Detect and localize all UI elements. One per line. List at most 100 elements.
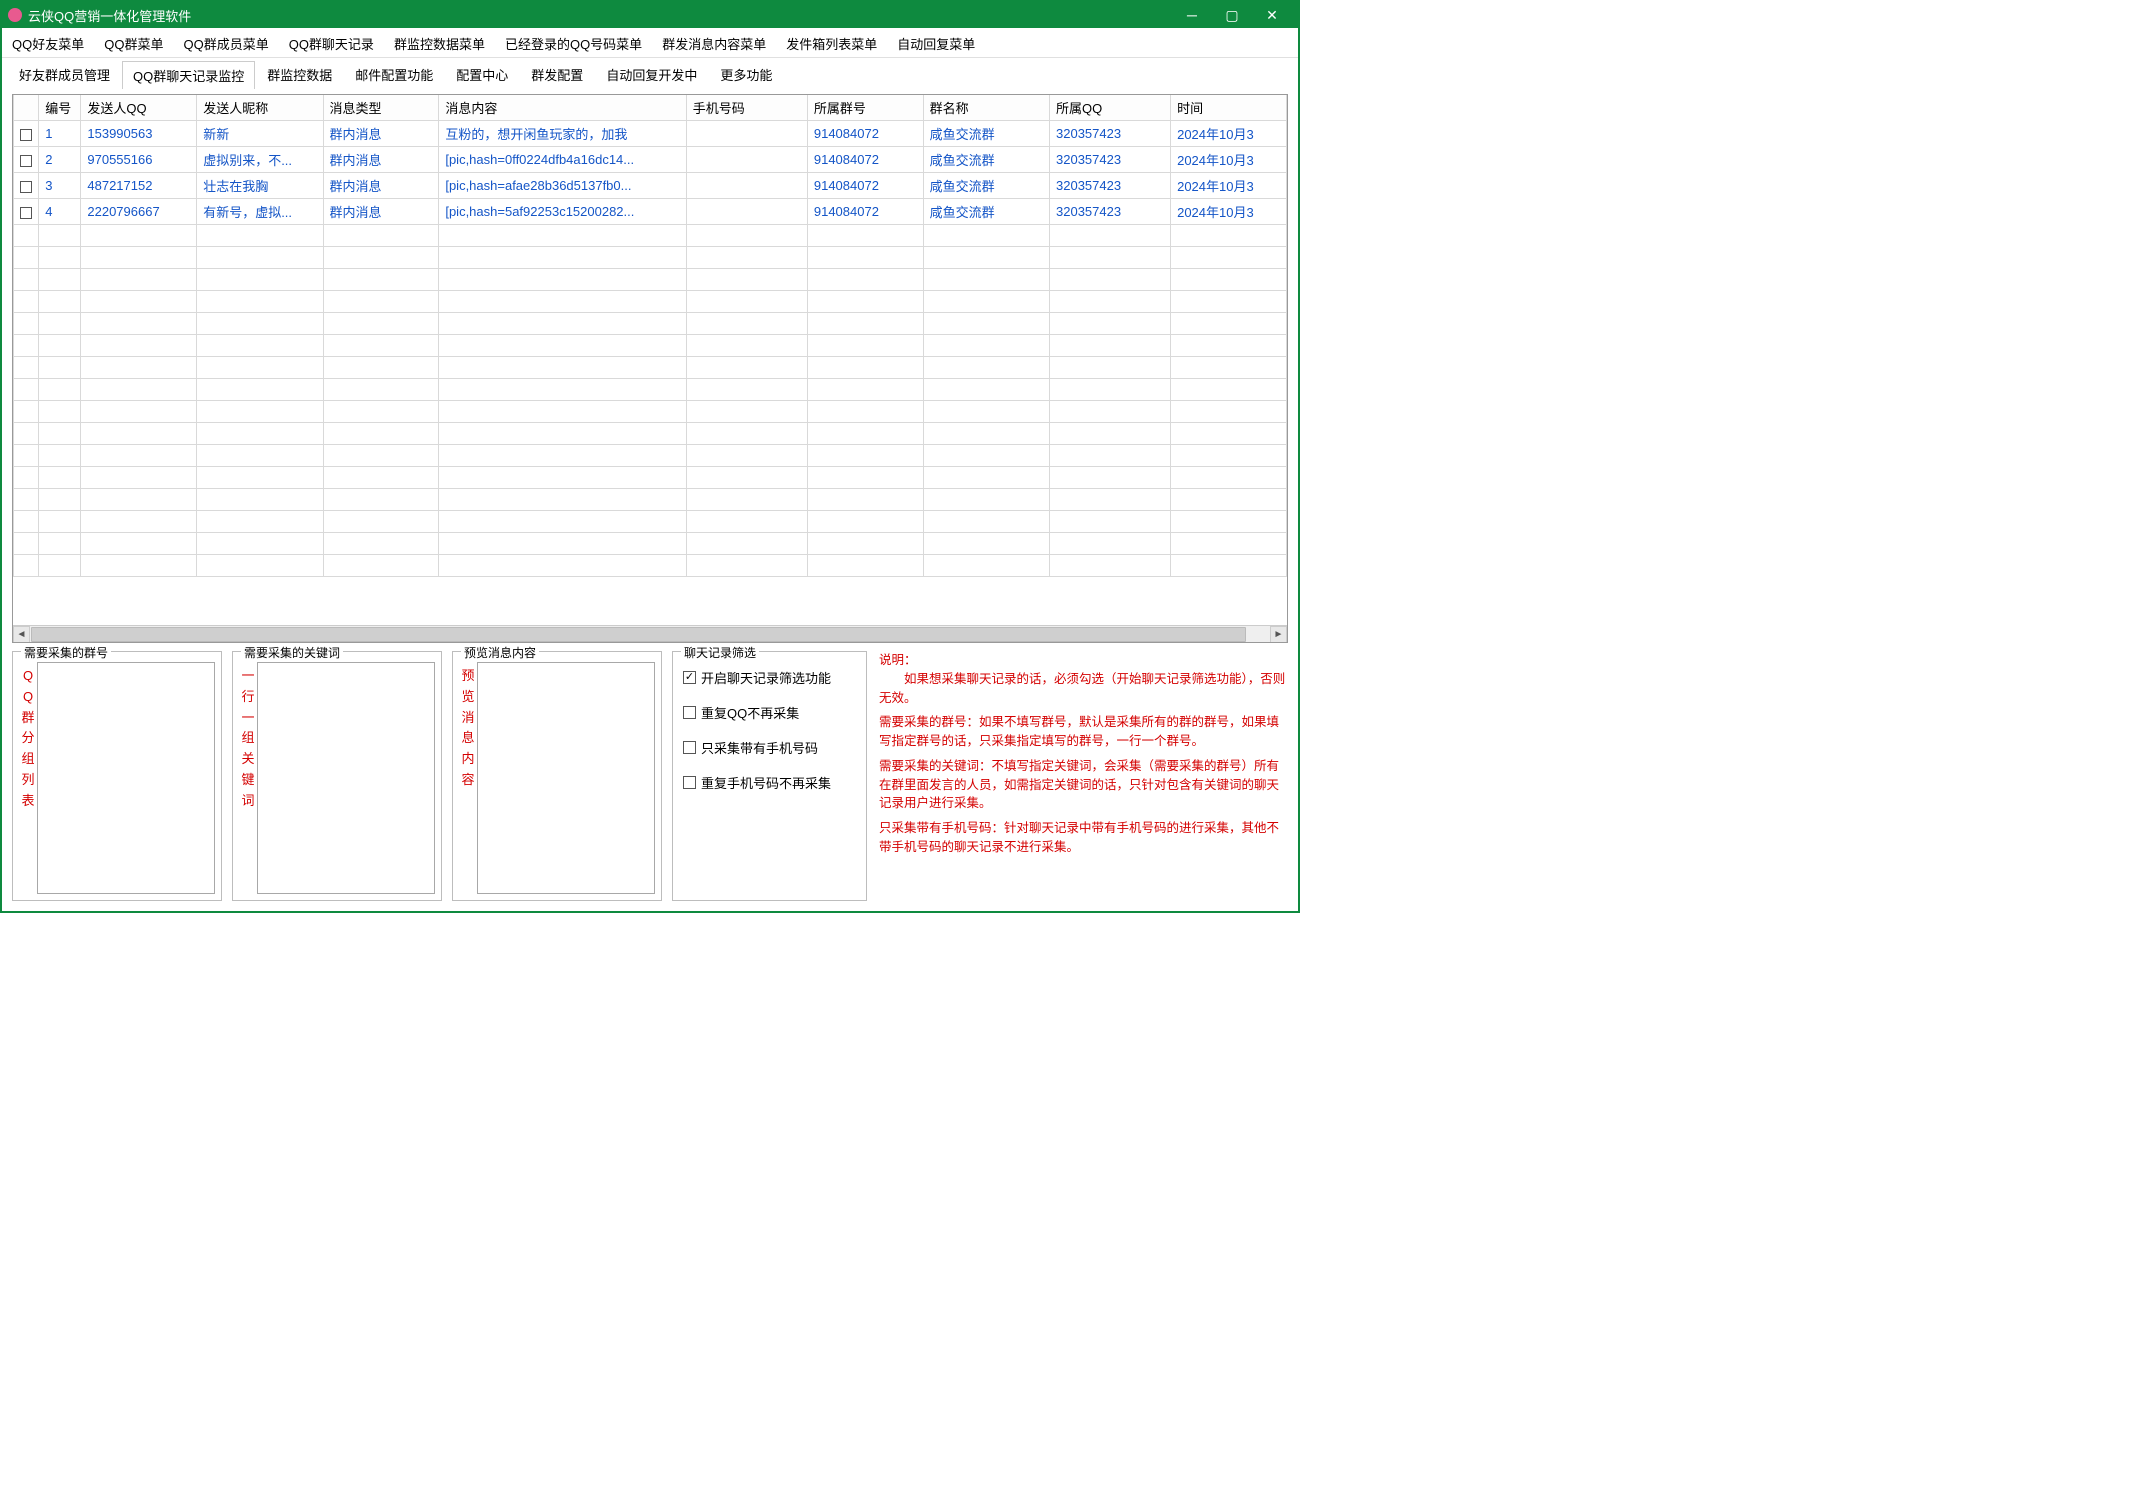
menu-item-0[interactable]: QQ好友菜单 (10, 32, 86, 55)
tab-5[interactable]: 群发配置 (520, 60, 594, 88)
tab-0[interactable]: 好友群成员管理 (8, 60, 121, 88)
menu-item-8[interactable]: 自动回复菜单 (895, 32, 977, 55)
bottom-panels: 需要采集的群号 QQ群分组列表 需要采集的关键词 一行一组关键词 预览消息内容 … (12, 651, 1288, 901)
tab-2[interactable]: 群监控数据 (256, 60, 343, 88)
row-checkbox[interactable] (20, 155, 32, 167)
row-checkbox[interactable] (20, 207, 32, 219)
preview-area[interactable] (477, 662, 655, 894)
checkbox-icon[interactable] (683, 741, 696, 754)
col-header[interactable]: 时间 (1171, 95, 1287, 121)
desc-heading: 说明： (879, 653, 917, 667)
cell-phone (686, 121, 807, 147)
cell-qq: 970555166 (81, 147, 197, 173)
col-header[interactable]: 所属QQ (1050, 95, 1171, 121)
menu-item-5[interactable]: 已经登录的QQ号码菜单 (503, 32, 644, 55)
table-row-empty (14, 247, 1287, 269)
filter-option-3[interactable]: 重复手机号码不再采集 (683, 771, 860, 794)
scroll-track[interactable] (30, 626, 1270, 643)
col-header[interactable]: 发送人昵称 (197, 95, 323, 121)
col-header[interactable]: 群名称 (923, 95, 1049, 121)
table-row[interactable]: 42220796667有新号，虚拟...群内消息[pic,hash=5af922… (14, 199, 1287, 225)
tabbar: 好友群成员管理QQ群聊天记录监控群监控数据邮件配置功能配置中心群发配置自动回复开… (2, 58, 1298, 88)
maximize-button[interactable]: ▢ (1212, 2, 1252, 28)
cell-time: 2024年10月3 (1171, 173, 1287, 199)
cell-id: 2 (39, 147, 81, 173)
tab-1[interactable]: QQ群聊天记录监控 (122, 61, 255, 89)
col-header[interactable]: 消息类型 (323, 95, 439, 121)
table-row-empty (14, 489, 1287, 511)
scroll-left-arrow[interactable]: ◄ (13, 626, 30, 643)
checkbox-icon[interactable] (683, 671, 696, 684)
row-checkbox[interactable] (20, 181, 32, 193)
cell-type: 群内消息 (323, 147, 439, 173)
keyword-list[interactable] (257, 662, 435, 894)
cell-ownqq: 320357423 (1050, 199, 1171, 225)
tab-3[interactable]: 邮件配置功能 (344, 60, 444, 88)
col-header[interactable]: 发送人QQ (81, 95, 197, 121)
filter-option-0[interactable]: 开启聊天记录筛选功能 (683, 666, 860, 689)
menu-item-7[interactable]: 发件箱列表菜单 (784, 32, 879, 55)
table-row[interactable]: 3487217152壮志在我胸群内消息[pic,hash=afae28b36d5… (14, 173, 1287, 199)
desc-p1: 如果想采集聊天记录的话，必须勾选（开始聊天记录筛选功能），否则无效。 (879, 672, 1285, 705)
filter-option-1[interactable]: 重复QQ不再采集 (683, 701, 860, 724)
panel-chat-filter: 聊天记录筛选 开启聊天记录筛选功能重复QQ不再采集只采集带有手机号码重复手机号码… (672, 651, 867, 901)
description-panel: 说明： 如果想采集聊天记录的话，必须勾选（开始聊天记录筛选功能），否则无效。 需… (877, 651, 1288, 901)
cell-qq: 153990563 (81, 121, 197, 147)
col-header[interactable]: 编号 (39, 95, 81, 121)
scroll-thumb[interactable] (31, 627, 1246, 642)
tab-7[interactable]: 更多功能 (709, 60, 783, 88)
col-header[interactable]: 所属群号 (807, 95, 923, 121)
menu-item-3[interactable]: QQ群聊天记录 (287, 32, 376, 55)
titlebar: 云侠QQ营销一体化管理软件 ─ ▢ ✕ (2, 2, 1298, 28)
cell-grpid: 914084072 (807, 121, 923, 147)
group-id-list[interactable] (37, 662, 215, 894)
menubar: QQ好友菜单 QQ群菜单 QQ群成员菜单 QQ群聊天记录群监控数据菜单已经登录的QQ号… (2, 28, 1298, 58)
data-grid[interactable]: 编号发送人QQ发送人昵称消息类型消息内容手机号码所属群号群名称所属QQ时间 11… (13, 95, 1287, 625)
table-row[interactable]: 2970555166虚拟别来，不...群内消息[pic,hash=0ff0224… (14, 147, 1287, 173)
app-window: 云侠QQ营销一体化管理软件 ─ ▢ ✕ QQ好友菜单QQ群菜单QQ群成员菜单QQ… (0, 0, 1300, 913)
scroll-right-arrow[interactable]: ► (1270, 626, 1287, 643)
cell-phone (686, 199, 807, 225)
data-table: 编号发送人QQ发送人昵称消息类型消息内容手机号码所属群号群名称所属QQ时间 11… (13, 95, 1287, 577)
filter-label: 开启聊天记录筛选功能 (701, 668, 831, 687)
vertical-label-keywords: 一行一组关键词 (239, 662, 257, 894)
menu-item-6[interactable]: 群发消息内容菜单 (660, 32, 768, 55)
checkbox-icon[interactable] (683, 706, 696, 719)
panel-preview-message: 预览消息内容 预览消息内容 (452, 651, 662, 901)
panel-legend: 需要采集的群号 (21, 644, 111, 661)
cell-qq: 487217152 (81, 173, 197, 199)
close-button[interactable]: ✕ (1252, 2, 1292, 28)
panel-legend: 聊天记录筛选 (681, 644, 759, 661)
tab-6[interactable]: 自动回复开发中 (595, 60, 708, 88)
cell-grpname: 咸鱼交流群 (923, 199, 1049, 225)
tab-4[interactable]: 配置中心 (445, 60, 519, 88)
menu-item-4[interactable]: 群监控数据菜单 (392, 32, 487, 55)
checkbox-icon[interactable] (683, 776, 696, 789)
col-header[interactable]: 消息内容 (439, 95, 686, 121)
horizontal-scrollbar[interactable]: ◄ ► (13, 625, 1287, 642)
cell-msg: [pic,hash=afae28b36d5137fb0... (439, 173, 686, 199)
cell-time: 2024年10月3 (1171, 199, 1287, 225)
table-row[interactable]: 1153990563新新群内消息互粉的，想开闲鱼玩家的，加我914084072咸… (14, 121, 1287, 147)
desc-p4: 只采集带有手机号码：针对聊天记录中带有手机号码的进行采集，其他不带手机号码的聊天… (879, 819, 1286, 857)
desc-p2: 需要采集的群号：如果不填写群号，默认是采集所有的群的群号，如果填写指定群号的话，… (879, 713, 1286, 751)
table-row-empty (14, 555, 1287, 577)
cell-qq: 2220796667 (81, 199, 197, 225)
filter-option-2[interactable]: 只采集带有手机号码 (683, 736, 860, 759)
cell-grpname: 咸鱼交流群 (923, 121, 1049, 147)
cell-nick: 有新号，虚拟... (197, 199, 323, 225)
table-row-empty (14, 379, 1287, 401)
row-checkbox[interactable] (20, 129, 32, 141)
vertical-label-groups: QQ群分组列表 (19, 662, 37, 894)
cell-grpid: 914084072 (807, 173, 923, 199)
col-header[interactable]: 手机号码 (686, 95, 807, 121)
panel-legend: 需要采集的关键词 (241, 644, 343, 661)
cell-ownqq: 320357423 (1050, 147, 1171, 173)
menu-item-2[interactable]: QQ群成员菜单 (181, 32, 270, 55)
cell-type: 群内消息 (323, 121, 439, 147)
menu-item-1[interactable]: QQ群菜单 (102, 32, 165, 55)
table-row-empty (14, 467, 1287, 489)
cell-nick: 虚拟别来，不... (197, 147, 323, 173)
minimize-button[interactable]: ─ (1172, 2, 1212, 28)
panel-collect-group-ids: 需要采集的群号 QQ群分组列表 (12, 651, 222, 901)
